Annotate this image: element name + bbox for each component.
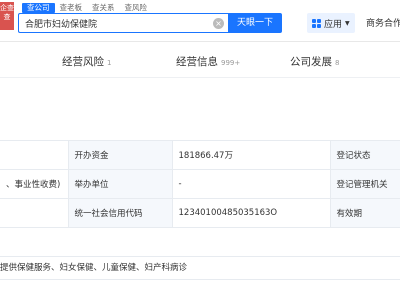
- table-value-cell: 12340100485035163O: [171, 198, 331, 228]
- search-type-tabs: 查公司 查老板 查关系 查风险: [22, 3, 152, 13]
- section-nav: 经营风险 1 经营信息 999+ 公司发展 8: [0, 42, 400, 78]
- site-logo[interactable]: 企查查: [0, 2, 14, 30]
- search-button[interactable]: 天眼一下: [228, 13, 282, 33]
- search-input[interactable]: [25, 16, 205, 31]
- table-row: 开办资金 181866.47万 登记状态: [0, 140, 400, 170]
- table-row: 统一社会信用代码 12340100485035163O 有效期: [0, 198, 400, 228]
- tab-search-boss[interactable]: 查老板: [55, 3, 88, 13]
- nav-item-label: 公司发展: [290, 56, 332, 68]
- nav-item-business-risk[interactable]: 经营风险 1: [62, 54, 111, 69]
- nav-item-label: 经营信息: [176, 56, 218, 68]
- table-cell: [0, 140, 69, 170]
- table-row: 、事业性收费) 举办单位 - 登记管理机关: [0, 169, 400, 199]
- tab-search-relation[interactable]: 查关系: [87, 3, 120, 13]
- clear-icon[interactable]: ×: [213, 18, 224, 29]
- nav-item-count: 1: [107, 59, 112, 67]
- table-value-cell: -: [171, 169, 331, 199]
- table-label-cell: 登记管理机关: [329, 169, 400, 199]
- nav-item-company-development[interactable]: 公司发展 8: [290, 54, 339, 69]
- search-box: ×: [18, 13, 228, 33]
- grid-icon: [312, 18, 321, 28]
- business-cooperation-link[interactable]: 商务合作: [366, 16, 400, 29]
- table-label-cell: 统一社会信用代码: [67, 198, 173, 228]
- table-label-cell: 登记状态: [329, 140, 400, 170]
- business-info-table: 开办资金 181866.47万 登记状态 、事业性收费) 举办单位 - 登记管理…: [0, 140, 400, 228]
- apps-label: 应用: [324, 19, 343, 30]
- table-cell: 、事业性收费): [0, 169, 69, 199]
- table-label-cell: 开办资金: [67, 140, 173, 170]
- nav-item-business-info[interactable]: 经营信息 999+: [176, 54, 240, 69]
- tab-search-company[interactable]: 查公司: [22, 3, 55, 13]
- table-value-cell: 181866.47万: [171, 140, 331, 170]
- apps-menu-button[interactable]: 应用 ▼: [307, 13, 355, 33]
- nav-item-count: 999+: [221, 59, 241, 67]
- nav-item-label: 经营风险: [62, 56, 104, 68]
- table-cell: [0, 198, 69, 228]
- content-spacer: [0, 78, 400, 140]
- top-header: 企查查 查公司 查老板 查关系 查风险 × 天眼一下 应用 ▼ 商务合作: [0, 0, 400, 42]
- table-label-cell: 有效期: [329, 198, 400, 228]
- tab-search-risk[interactable]: 查风险: [120, 3, 153, 13]
- caret-down-icon: ▼: [345, 19, 350, 27]
- table-label-cell: 举办单位: [67, 169, 173, 199]
- nav-item-count: 8: [335, 59, 340, 67]
- business-scope-text: 提供保健服务、妇女保健、儿童保健、妇产科病诊: [0, 256, 400, 280]
